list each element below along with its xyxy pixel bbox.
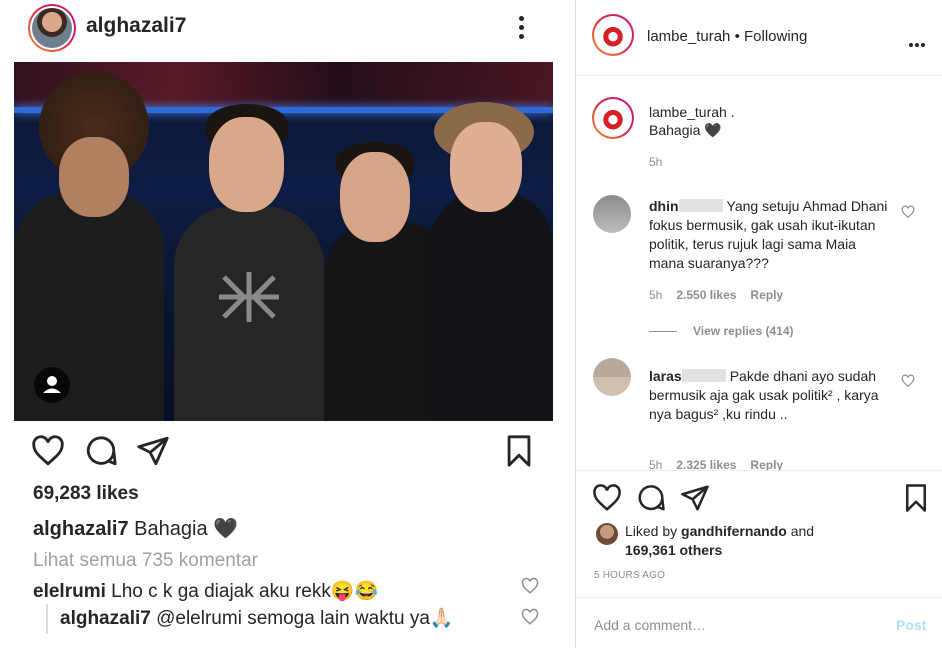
heart-icon[interactable] [31, 434, 65, 468]
more-options-icon[interactable] [909, 34, 927, 52]
right-post-panel: lambe_turah • Following lambe_turah . Ba… [575, 0, 942, 648]
comment-username[interactable]: dhin [649, 198, 679, 214]
reply-like-heart-icon[interactable] [521, 608, 539, 626]
comment-like-heart-icon[interactable] [901, 374, 915, 388]
bookmark-icon[interactable] [502, 434, 536, 468]
post-header: lambe_turah • Following [576, 0, 942, 76]
caption-avatar[interactable] [592, 97, 634, 139]
more-options-icon[interactable] [512, 14, 530, 42]
left-post-panel: alghazali7 69,283 likes alghazali7 Bahag… [0, 0, 575, 648]
comment-meta: 5h 2.325 likes Reply [649, 458, 797, 470]
caption-time[interactable]: 5h [649, 155, 662, 169]
comment-icon[interactable] [636, 483, 666, 513]
comment-like-heart-icon[interactable] [521, 577, 539, 595]
post-actions: Liked by gandhifernando and 169,361 othe… [576, 470, 942, 593]
comment-time[interactable]: 5h [649, 458, 662, 470]
liked-others[interactable]: 169,361 others [625, 542, 722, 558]
post-username[interactable]: alghazali7 [86, 14, 186, 38]
comment-body: dhin Yang setuju Ahmad Dhani fokus bermus… [649, 197, 889, 273]
liked-by-user[interactable]: gandhifernando [681, 523, 787, 539]
caption: alghazali7 Bahagia 🖤 [33, 516, 238, 541]
comment: elelrumi Lho c k ga diajak aku rekk😝😂 [33, 579, 378, 603]
post-button[interactable]: Post [896, 617, 926, 633]
comment-likes[interactable]: 2.550 likes [676, 288, 736, 302]
likes-count[interactable]: 69,283 likes [33, 483, 139, 505]
comment-likes[interactable]: 2.325 likes [676, 458, 736, 470]
reply-button[interactable]: Reply [750, 458, 783, 470]
comment-meta: 5h 2.550 likes Reply [649, 288, 797, 302]
comment-username[interactable]: laras [649, 368, 682, 384]
post-timestamp[interactable]: 5 HOURS AGO [594, 570, 665, 581]
header-user: lambe_turah • Following [647, 28, 807, 45]
liker-avatar[interactable] [596, 523, 618, 545]
view-replies-button[interactable]: View replies (414) [649, 324, 794, 338]
add-comment-bar: Add a comment… Post [576, 597, 942, 648]
caption-text: Bahagia 🖤 [649, 122, 722, 138]
lambe-turah-avatar[interactable] [592, 14, 634, 56]
comments-list[interactable]: lambe_turah . Bahagia 🖤 5h dhin Yang setu… [576, 77, 942, 470]
comment-time[interactable]: 5h [649, 288, 662, 302]
commenter-avatar[interactable] [593, 195, 631, 233]
redacted-username [678, 199, 723, 212]
view-all-comments-link[interactable]: Lihat semua 735 komentar [33, 550, 258, 572]
comment-text: Lho c k ga diajak aku rekk😝😂 [111, 581, 379, 602]
heart-icon[interactable] [592, 483, 622, 513]
comment-username[interactable]: elelrumi [33, 581, 106, 602]
commenter-avatar[interactable] [593, 358, 631, 396]
comment-icon[interactable] [84, 434, 118, 468]
header-username[interactable]: lambe_turah [647, 28, 730, 45]
caption-text: Bahagia 🖤 [134, 518, 239, 540]
share-icon[interactable] [680, 483, 710, 513]
liked-by-suffix: and [790, 523, 815, 539]
add-comment-input[interactable]: Add a comment… [594, 617, 706, 633]
caption-username[interactable]: alghazali7 [33, 518, 129, 540]
alghazali7-avatar[interactable] [28, 4, 76, 52]
liked-by-prefix: Liked by [625, 523, 678, 539]
liked-by: Liked by gandhifernando and 169,361 othe… [625, 522, 814, 560]
reply-username[interactable]: alghazali7 [60, 608, 151, 629]
redacted-username [681, 369, 726, 382]
bookmark-icon[interactable] [901, 483, 931, 513]
comment-body: laras Pakde dhani ayo sudah bermusik aja … [649, 367, 889, 424]
comment-like-heart-icon[interactable] [901, 205, 915, 219]
reply-text: @elelrumi semoga lain waktu ya🙏🏻 [156, 608, 454, 629]
reply-comment: alghazali7 @elelrumi semoga lain waktu y… [46, 604, 454, 634]
following-status[interactable]: • Following [735, 28, 808, 45]
share-icon[interactable] [136, 434, 170, 468]
post-photo[interactable] [14, 62, 553, 421]
shirt-pattern [219, 272, 279, 322]
caption-username[interactable]: lambe_turah . [649, 104, 735, 120]
reply-button[interactable]: Reply [750, 288, 783, 302]
user-tag-icon[interactable] [34, 367, 70, 403]
